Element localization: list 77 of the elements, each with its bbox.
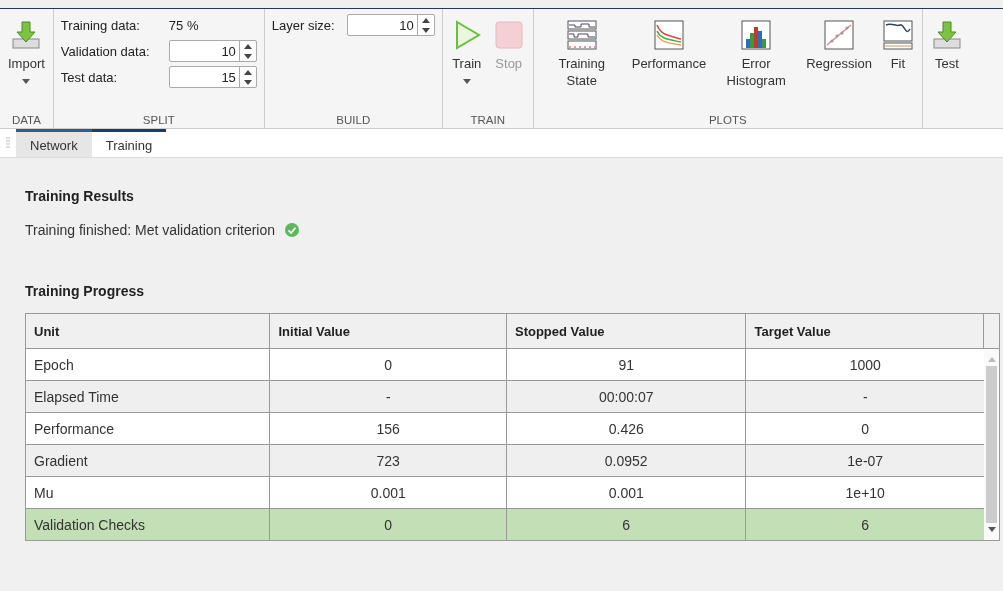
table-cell: 91 [507,349,747,380]
table-cell-text: 1e-07 [846,451,885,471]
stop-icon [492,19,525,51]
field-label: Test data: [60,69,119,85]
table-cell: 0 [270,509,507,540]
column-header: Stopped Value [507,314,747,348]
column-header: Initial Value [270,314,507,348]
up-arrow-icon [987,357,996,362]
down-arrow-icon [243,53,252,59]
number-spinner[interactable]: 10 [168,40,257,62]
download-icon [930,19,963,51]
scrollbar[interactable] [984,349,999,540]
up-arrow-icon [421,17,430,23]
section-heading: Training Results [25,188,135,204]
table-row[interactable]: Epoch 0 91 1000 [26,349,984,381]
table-cell: 00:00:07 [507,381,747,412]
table-row[interactable]: Validation Checks 0 6 6 [26,509,984,540]
field-label: Validation data: [60,43,151,59]
table-cell: 0.001 [507,477,747,508]
group-label: PLOTS [707,113,748,128]
table-cell: 0 [270,349,507,380]
table-cell: Gradient [26,445,271,476]
table-cell: 0.426 [507,413,747,444]
table-cell-text: 1e+10 [844,483,886,503]
toolbar-button[interactable]: Error Histogram [711,13,802,91]
table-cell: 156 [270,413,507,444]
table-cell: Validation Checks [26,509,271,540]
number-spinner[interactable]: 10 [346,14,435,36]
field-value: 75 % [168,17,199,33]
up-arrow-icon [243,69,252,75]
grip-icon [6,137,10,149]
table-cell-text: 1000 [848,355,882,375]
toolbar-button[interactable]: Training State [536,13,627,91]
section-heading: Training Progress [25,283,146,299]
table-cell-text: - [861,387,869,407]
down-arrow-icon [243,79,252,85]
down-arrow-icon [987,527,996,532]
toolbar-button[interactable]: Test [925,13,968,74]
toolbar-button[interactable]: Train [445,13,488,86]
toolbar-button[interactable]: Performance [626,13,712,74]
toolbar-button[interactable]: Import [3,13,50,86]
chart-icon [565,19,598,51]
toolbar-button[interactable]: Regression [801,13,877,74]
up-arrow-icon [243,43,252,49]
table-cell: Elapsed Time [26,381,271,412]
table-cell: 6 [507,509,747,540]
number-spinner[interactable]: 15 [168,66,257,88]
download-icon [10,19,43,51]
table-cell-text: 6 [860,515,871,535]
table-cell: 0.001 [270,477,507,508]
scatter-plot-icon [823,19,855,51]
column-header: Target Value [746,314,984,348]
table-cell: Epoch [26,349,271,380]
toolbar-button[interactable]: Fit [876,13,919,74]
table-cell: - [270,381,507,412]
field-label: Training data: [60,17,141,33]
table-cell: 723 [270,445,507,476]
line-chart-icon [881,19,914,51]
down-arrow-icon [421,27,430,33]
field-label: Layer size: [271,17,335,33]
table-cell: 0.0952 [507,445,747,476]
group-label: TRAIN [469,113,506,128]
chart-icon [652,19,685,51]
table-cell: Mu [26,477,271,508]
table-cell: Performance [26,413,271,444]
table-row[interactable]: Performance 156 0.426 0 [26,413,984,445]
group-label: BUILD [335,113,372,128]
histogram-icon [740,19,773,51]
status-message: Training finished: Met validation criterion [25,222,276,238]
table-row[interactable]: Mu 0.001 0.001 1e+10 [26,477,984,509]
column-header: Unit [26,314,271,348]
table-row[interactable]: Gradient 723 0.0952 1e-07 [26,445,984,477]
table-row[interactable]: Elapsed Time - 00:00:07 - [26,381,984,413]
tab[interactable]: Network [16,129,92,157]
table-cell-text: 0 [860,419,871,439]
group-label: SPLIT [141,113,176,128]
group-label: DATA [10,113,42,128]
